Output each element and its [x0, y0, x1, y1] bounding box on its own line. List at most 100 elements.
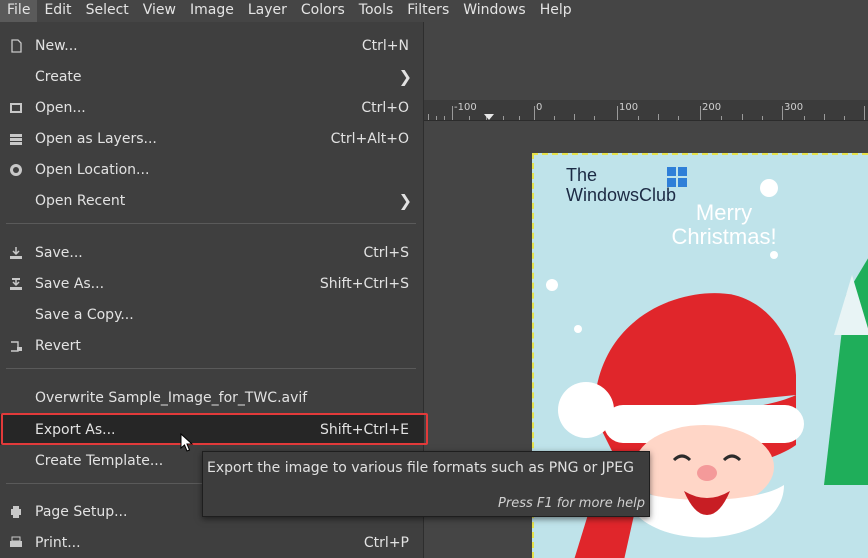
menu-item-shortcut: Ctrl+Alt+O	[330, 130, 409, 147]
ruler-label: 300	[784, 102, 804, 113]
ruler-tick	[824, 114, 825, 120]
menu-item-open-recent[interactable]: Open Recent ❯	[0, 185, 424, 216]
menu-item-label: Overwrite Sample_Image_for_TWC.avif	[35, 389, 308, 406]
ruler-tick	[436, 116, 437, 120]
menu-item-overwrite[interactable]: Overwrite Sample_Image_for_TWC.avif	[0, 382, 424, 413]
brand-text: The WindowsClub	[566, 165, 676, 205]
menu-colors[interactable]: Colors	[294, 0, 352, 22]
menu-item-label: Open as Layers...	[35, 130, 157, 147]
ruler-tick	[844, 116, 845, 120]
menu-item-label: New...	[35, 37, 78, 54]
ruler-tick	[804, 116, 805, 120]
ruler-tick	[658, 114, 659, 120]
gimp-window: File Edit Select View Image Layer Colors…	[0, 0, 868, 558]
menu-item-print[interactable]: Print... Ctrl+P	[0, 527, 424, 558]
globe-icon	[8, 162, 24, 178]
menu-item-label: Open Recent	[35, 192, 126, 209]
ruler-tick	[762, 116, 763, 120]
ruler-tick	[519, 116, 520, 120]
tooltip-text: Export the image to various file formats…	[207, 460, 634, 476]
ruler-label: 200	[702, 102, 722, 113]
menu-item-label: Save As...	[35, 275, 105, 292]
menu-separator	[6, 368, 416, 369]
menu-item-revert[interactable]: Revert	[0, 330, 424, 361]
ruler-tick	[503, 116, 504, 120]
menu-item-shortcut: Ctrl+N	[361, 37, 409, 54]
menu-item-label: Print...	[35, 534, 81, 551]
tooltip-help: Press F1 for more help	[498, 496, 645, 511]
menu-windows[interactable]: Windows	[456, 0, 533, 22]
menu-layer[interactable]: Layer	[241, 0, 294, 22]
menu-item-create[interactable]: Create ❯	[0, 61, 424, 92]
menu-item-save[interactable]: Save... Ctrl+S	[0, 237, 424, 268]
menu-item-save-a-copy[interactable]: Save a Copy...	[0, 299, 424, 330]
print-icon	[8, 535, 24, 551]
save-as-icon	[8, 276, 24, 292]
menu-item-open[interactable]: Open... Ctrl+O	[0, 92, 424, 123]
ruler-tick	[452, 106, 453, 120]
menu-select[interactable]: Select	[79, 0, 136, 22]
highlight-box	[1, 413, 428, 445]
menu-file[interactable]: File	[0, 0, 38, 22]
menu-item-label: Open...	[35, 99, 86, 116]
menu-item-label: Save a Copy...	[35, 306, 134, 323]
mouse-cursor-icon	[180, 433, 194, 452]
ruler-tick	[428, 114, 429, 120]
menu-help[interactable]: Help	[533, 0, 579, 22]
ruler-label: 0	[536, 102, 543, 113]
ruler-tick	[554, 116, 555, 120]
menu-item-save-as[interactable]: Save As... Shift+Ctrl+S	[0, 268, 424, 299]
ruler-tick	[678, 116, 679, 120]
menu-item-label: Open Location...	[35, 161, 150, 178]
menu-item-shortcut: Shift+Ctrl+S	[319, 275, 409, 292]
greeting-text: Merry Christmas!	[639, 201, 809, 249]
ruler-tick	[782, 106, 783, 120]
greeting-line-2: Christmas!	[671, 224, 777, 249]
new-document-icon	[8, 38, 24, 54]
menu-item-shortcut: Ctrl+O	[361, 99, 409, 116]
menu-item-label: Create	[35, 68, 82, 85]
greeting-line-1: Merry	[695, 200, 753, 225]
open-image-icon	[8, 100, 24, 116]
layers-icon	[8, 131, 24, 147]
horizontal-ruler[interactable]: -100 0 100 200 300	[424, 100, 868, 121]
menu-item-new[interactable]: New... Ctrl+N	[0, 30, 424, 61]
tooltip: Export the image to various file formats…	[202, 451, 650, 517]
revert-icon	[8, 338, 24, 354]
ruler-tick	[638, 116, 639, 120]
windows-logo-icon	[667, 167, 687, 187]
submenu-arrow-icon: ❯	[398, 191, 412, 210]
ruler-tick	[742, 114, 743, 120]
menu-item-label: Save...	[35, 244, 83, 261]
ruler-tick	[444, 116, 445, 120]
menu-view[interactable]: View	[136, 0, 183, 22]
menu-item-shortcut: Ctrl+P	[363, 534, 409, 551]
submenu-arrow-icon: ❯	[398, 67, 412, 86]
menu-item-label: Create Template...	[35, 452, 164, 469]
menu-tools[interactable]: Tools	[352, 0, 401, 22]
menu-edit[interactable]: Edit	[37, 0, 78, 22]
menu-item-shortcut: Ctrl+S	[363, 244, 409, 261]
ruler-tick	[700, 106, 701, 120]
snowflake	[760, 179, 778, 197]
menu-item-label: Page Setup...	[35, 503, 128, 520]
menu-item-open-as-layers[interactable]: Open as Layers... Ctrl+Alt+O	[0, 123, 424, 154]
ruler-label: 100	[619, 102, 639, 113]
ruler-tick	[721, 116, 722, 120]
ruler-tick	[617, 106, 618, 120]
ruler-position-marker	[484, 114, 494, 120]
ruler-tick	[534, 106, 535, 120]
ruler-tick	[594, 116, 595, 120]
save-icon	[8, 245, 24, 261]
ruler-tick	[574, 114, 575, 120]
menu-image[interactable]: Image	[183, 0, 241, 22]
brand-line-1: The	[566, 165, 598, 185]
menu-filters[interactable]: Filters	[400, 0, 456, 22]
menubar: File Edit Select View Image Layer Colors…	[0, 0, 868, 22]
ruler-label: -100	[454, 102, 477, 113]
menu-separator	[6, 223, 416, 224]
menu-item-open-location[interactable]: Open Location...	[0, 154, 424, 185]
ruler-tick	[469, 116, 470, 120]
ruler-tick	[864, 106, 865, 120]
page-setup-icon	[8, 504, 24, 520]
